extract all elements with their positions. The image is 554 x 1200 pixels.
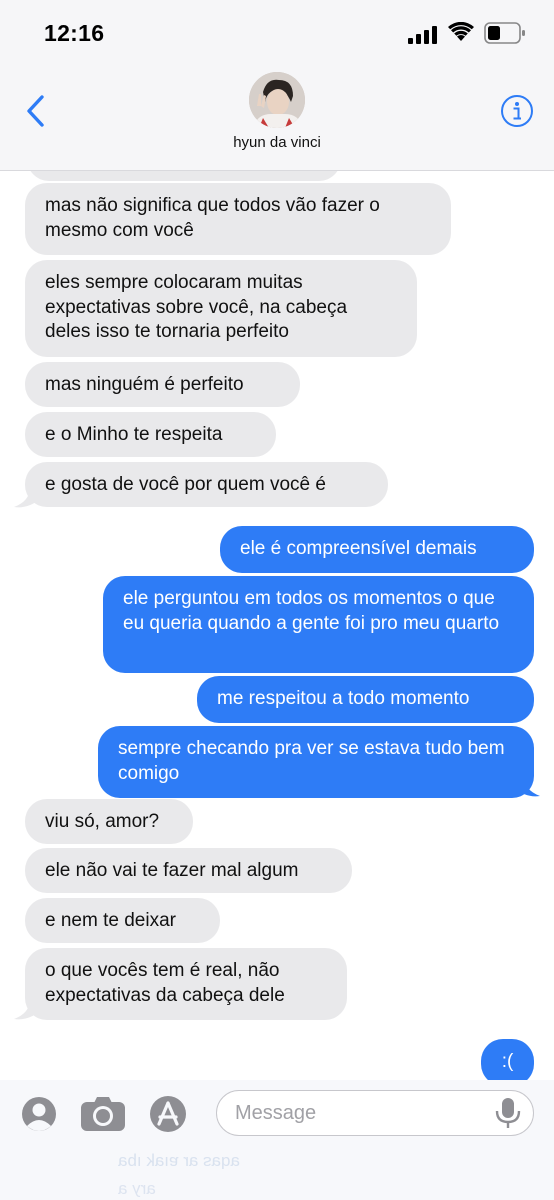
bubble-tail xyxy=(14,999,40,1020)
message-text: :( xyxy=(501,1051,514,1072)
microphone-icon[interactable] xyxy=(493,1097,523,1129)
message-bubble-incoming[interactable]: e o Minho te respeita xyxy=(25,412,276,457)
wifi-icon xyxy=(448,22,474,41)
message-text: viu só, amor? xyxy=(45,811,160,832)
message-bubble-incoming[interactable]: ele não vai te fazer mal algum xyxy=(25,848,352,893)
memoji-icon[interactable] xyxy=(21,1096,57,1132)
message-text: eles sempre colocaram muitas expectativa… xyxy=(45,272,348,342)
message-thread: mas não significa que todos vão fazer o … xyxy=(0,171,554,1080)
bubble-tail xyxy=(14,487,40,508)
contact-name[interactable]: hyun da vinci xyxy=(0,134,554,151)
message-bubble-outgoing[interactable]: ele é compreensível demais xyxy=(220,526,534,573)
reflection-text: ɐ ʎɹɐ xyxy=(118,1181,156,1200)
message-text: sempre checando pra ver se estava tudo b… xyxy=(118,738,505,784)
message-bubble-incoming[interactable]: mas não significa que todos vão fazer o … xyxy=(25,183,451,255)
message-text: ele é compreensível demais xyxy=(240,538,477,559)
message-text: e nem te deixar xyxy=(45,910,176,931)
message-input-placeholder: Message xyxy=(235,1102,317,1124)
message-text: me respeitou a todo momento xyxy=(217,688,470,709)
message-bubble-incoming[interactable]: eles sempre colocaram muitas expectativa… xyxy=(25,260,417,357)
message-bubble-outgoing[interactable]: :( xyxy=(481,1039,534,1080)
message-bubble-incoming[interactable]: o que vocês tem é real, não expectativas… xyxy=(25,948,347,1020)
message-bubble-incoming[interactable]: e nem te deixar xyxy=(25,898,220,943)
contact-avatar[interactable] xyxy=(249,72,305,128)
message-bubble-incoming[interactable]: viu só, amor? xyxy=(25,799,193,844)
message-text: mas não significa que todos vão fazer o … xyxy=(45,195,380,241)
message-bubble-outgoing[interactable]: sempre checando pra ver se estava tudo b… xyxy=(98,726,534,798)
message-text: mas ninguém é perfeito xyxy=(45,374,244,395)
status-bar: 12:16 xyxy=(0,0,554,64)
message-bubble-partial xyxy=(27,171,341,181)
input-bar: ᴊəsəɹɐɹ ɐqı ʞɐıa ɹɐ sɐbɐ ɐ ʎɹɐ Message xyxy=(0,1080,554,1200)
info-icon[interactable] xyxy=(500,94,534,128)
battery-icon xyxy=(484,22,525,44)
cellular-signal-icon xyxy=(408,26,437,44)
message-bubble-incoming[interactable]: mas ninguém é perfeito xyxy=(25,362,300,407)
back-chevron-icon[interactable] xyxy=(24,94,48,128)
camera-icon[interactable] xyxy=(80,1096,126,1132)
message-text: o que vocês tem é real, não expectativas… xyxy=(45,960,285,1006)
message-text: ele perguntou em todos os momentos o que… xyxy=(123,588,500,634)
message-text: e gosta de você por quem você é xyxy=(45,474,326,495)
bubble-tail xyxy=(514,776,540,797)
message-bubble-outgoing[interactable]: me respeitou a todo momento xyxy=(197,676,534,723)
avatar-photo xyxy=(249,72,305,128)
status-time: 12:16 xyxy=(44,20,105,46)
message-input[interactable]: Message xyxy=(216,1090,534,1136)
message-bubble-incoming[interactable]: e gosta de você por quem você é xyxy=(25,462,388,507)
app-store-icon[interactable] xyxy=(149,1095,187,1133)
conversation-header: hyun da vinci xyxy=(0,64,554,171)
message-bubble-outgoing[interactable]: ele perguntou em todos os momentos o que… xyxy=(103,576,534,673)
reflection-text: ɐqı ʞɐıa ɹɐ sɐbɐ xyxy=(118,1153,240,1172)
message-text: e o Minho te respeita xyxy=(45,424,223,445)
message-text: ele não vai te fazer mal algum xyxy=(45,860,299,881)
